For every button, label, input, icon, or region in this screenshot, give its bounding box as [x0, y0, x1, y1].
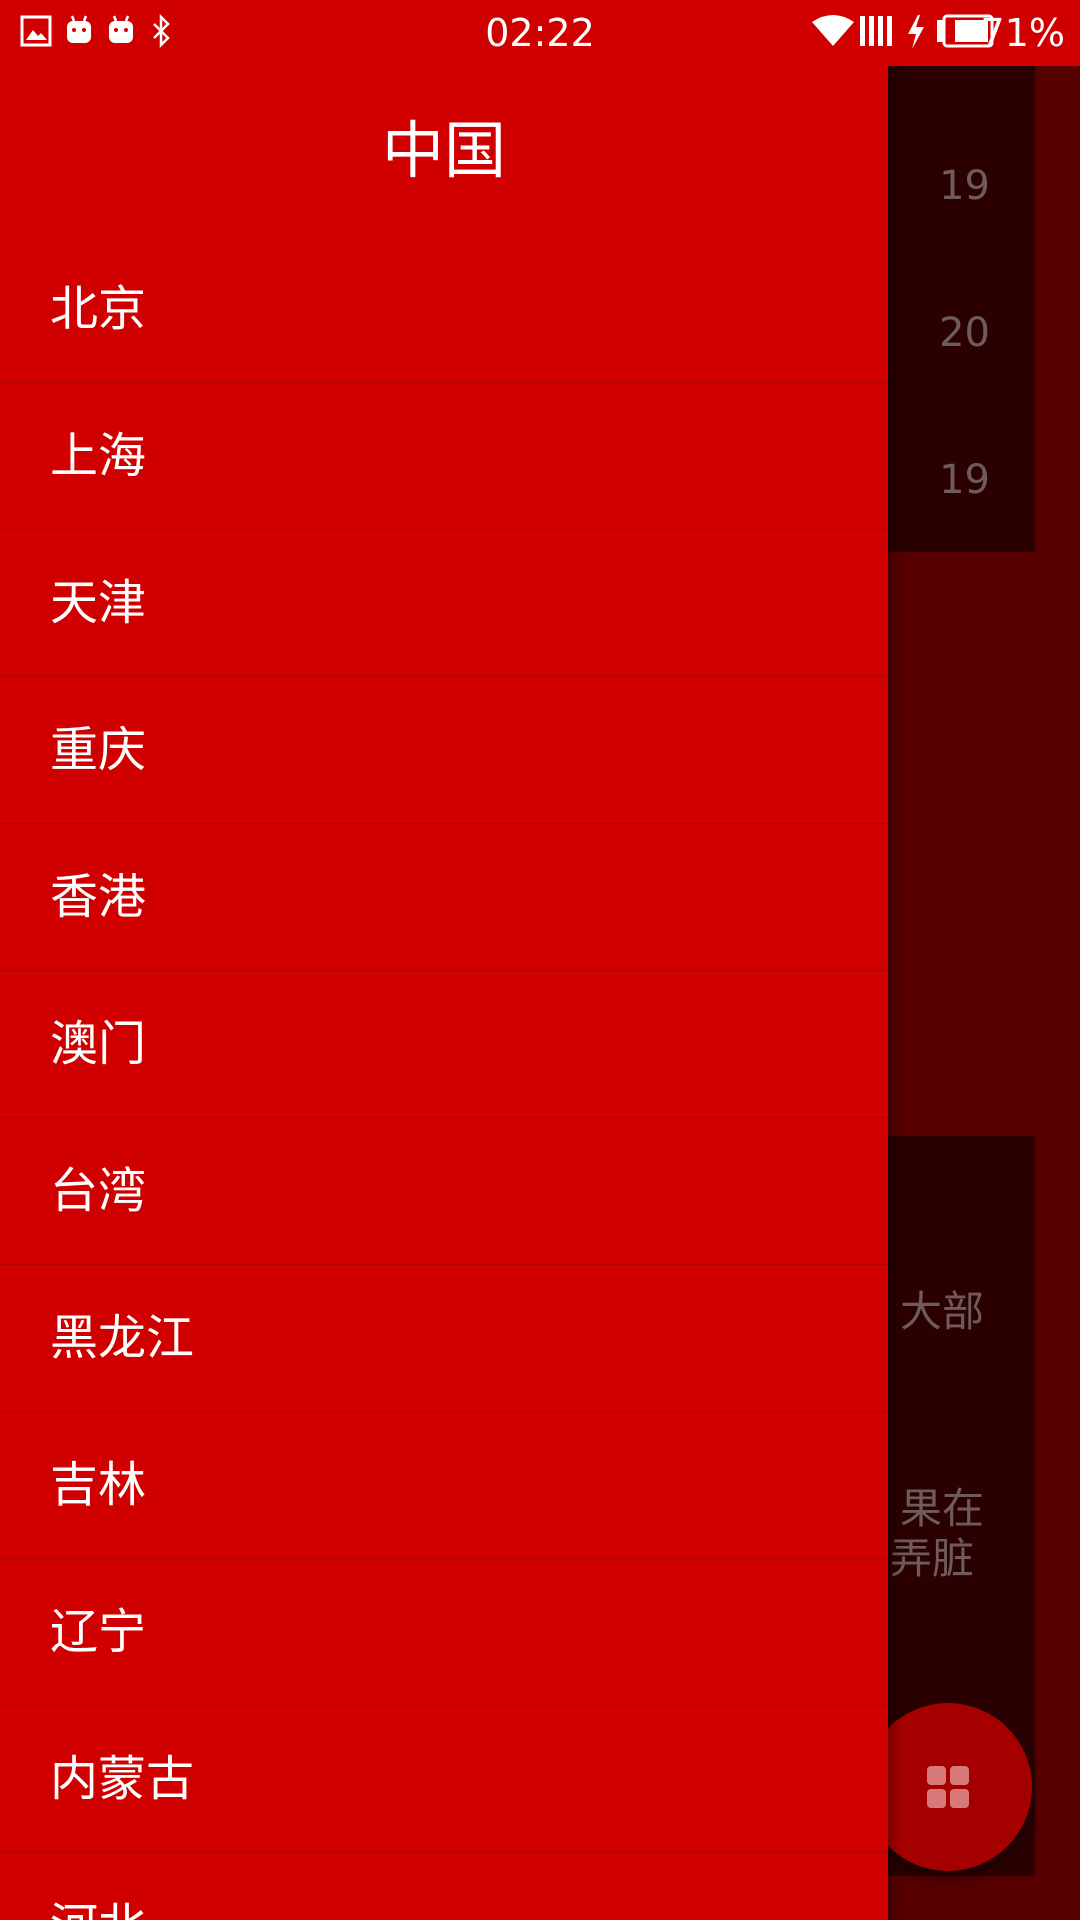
province-item[interactable]: 天津 — [0, 530, 888, 677]
province-item[interactable]: 黑龙江 — [0, 1265, 888, 1412]
province-item[interactable]: 河北 — [0, 1853, 888, 1920]
province-item[interactable]: 北京 — [0, 236, 888, 383]
province-item[interactable]: 辽宁 — [0, 1559, 888, 1706]
background-info-text: 弄脏 — [890, 1534, 975, 1583]
province-item[interactable]: 吉林 — [0, 1412, 888, 1559]
province-list: 北京 上海 天津 重庆 香港 澳门 台湾 黑龙江 吉林 辽宁 内蒙古 河北 — [0, 236, 888, 1920]
background-info-text: 大部 — [900, 1287, 985, 1336]
background-grid-fab — [864, 1703, 1032, 1871]
signal-icon — [860, 16, 892, 46]
province-drawer: 中国 北京 上海 天津 重庆 香港 澳门 台湾 黑龙江 吉林 辽宁 内蒙古 河北 — [0, 66, 888, 1920]
province-item[interactable]: 重庆 — [0, 677, 888, 824]
province-item[interactable]: 澳门 — [0, 971, 888, 1118]
province-item[interactable]: 内蒙古 — [0, 1706, 888, 1853]
drawer-title: 中国 — [381, 114, 506, 187]
background-forecast-value: 19 — [939, 163, 990, 209]
background-forecast-value: 20 — [939, 310, 990, 356]
screen: 19 20 19 大部 果在 弄脏 02:22 71% 中国 北京 上海 天津 … — [0, 0, 1080, 1920]
background-forecast-value: 19 — [939, 457, 990, 503]
wifi-icon — [812, 15, 854, 46]
grid-icon — [927, 1766, 969, 1808]
province-item[interactable]: 台湾 — [0, 1118, 888, 1265]
status-bar: 02:22 71% — [0, 0, 1080, 66]
province-item[interactable]: 上海 — [0, 383, 888, 530]
charging-icon — [908, 15, 924, 49]
province-item[interactable]: 香港 — [0, 824, 888, 971]
background-info-text: 果在 — [900, 1484, 985, 1533]
battery-percentage: 71% — [980, 11, 1065, 55]
